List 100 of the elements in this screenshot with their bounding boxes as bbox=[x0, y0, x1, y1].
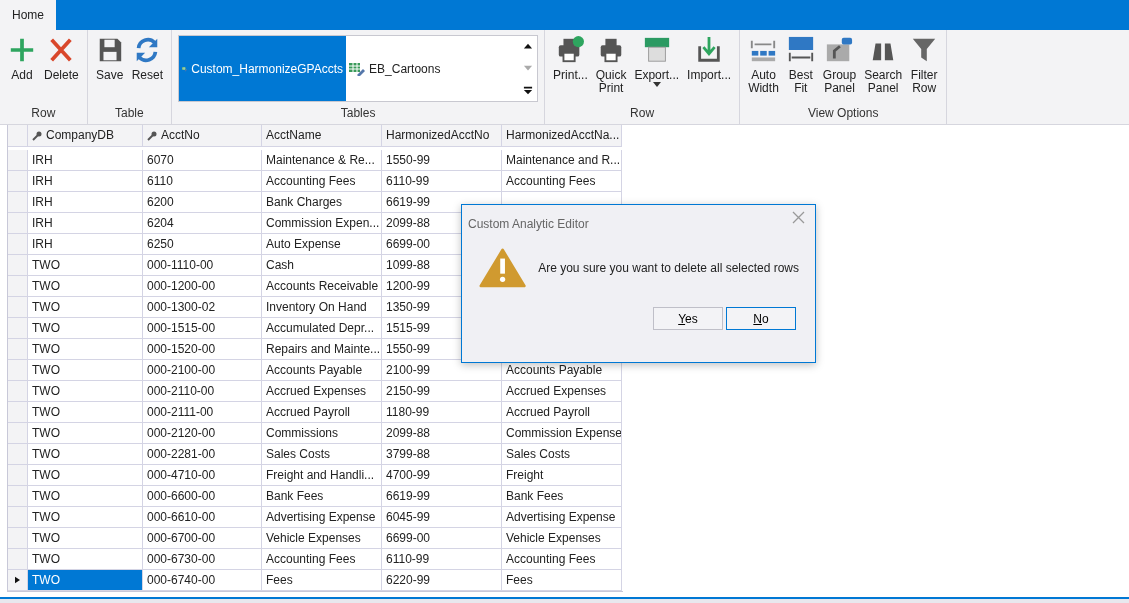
ribbon-button[interactable]: Search Panel bbox=[860, 33, 907, 104]
table-cell: TWO bbox=[28, 381, 143, 402]
table-cell: 6619-99 bbox=[382, 486, 502, 507]
table-cell: Bank Fees bbox=[262, 486, 382, 507]
table-cell: 6045-99 bbox=[382, 507, 502, 528]
table-cell: 000-1515-00 bbox=[143, 318, 262, 339]
table-cell: TWO bbox=[28, 528, 143, 549]
table-cell: Accounts Payable bbox=[262, 360, 382, 381]
table-cell: 6220-99 bbox=[382, 570, 502, 591]
table-cell: Fees bbox=[502, 570, 622, 591]
ribbon-button[interactable]: Reset bbox=[127, 33, 168, 104]
table-cell: TWO bbox=[28, 297, 143, 318]
group-label: View Options bbox=[806, 105, 880, 122]
ribbon-button[interactable]: Save bbox=[91, 33, 128, 104]
ribbon-tab[interactable]: Home bbox=[0, 0, 56, 30]
key-icon bbox=[32, 130, 42, 141]
ribbon-button[interactable]: Filter Row bbox=[906, 33, 943, 104]
table-cell: Commissions bbox=[262, 423, 382, 444]
expand-icon[interactable] bbox=[523, 85, 534, 95]
table-cell: 6250 bbox=[143, 234, 262, 255]
table-cell: Freight bbox=[502, 465, 622, 486]
table-cell: Accrued Expenses bbox=[502, 381, 622, 402]
table-cell: TWO bbox=[28, 318, 143, 339]
group-label: Row bbox=[629, 105, 656, 122]
table-cell: Commission Expense bbox=[502, 423, 622, 444]
table-cell: IRH bbox=[28, 192, 143, 213]
row-indicator[interactable] bbox=[8, 570, 28, 591]
table-cell: TWO bbox=[28, 276, 143, 297]
dialog-button[interactable]: Yes bbox=[653, 307, 723, 330]
table-cell: Accounting Fees bbox=[262, 171, 382, 192]
table-cell: 6110 bbox=[143, 171, 262, 192]
table-cell: Accounting Fees bbox=[502, 171, 622, 192]
table-cell: Accounting Fees bbox=[502, 549, 622, 570]
column-header[interactable]: CompanyDB bbox=[28, 125, 143, 147]
table-cell: TWO bbox=[28, 255, 143, 276]
table-cell: Vehicle Expenses bbox=[502, 528, 622, 549]
column-header[interactable]: AcctNo bbox=[143, 125, 262, 147]
column-header[interactable]: HarmonizedAcctNa... bbox=[502, 125, 622, 147]
table-cell: Maintenance & Re... bbox=[262, 150, 382, 171]
ribbon-button[interactable]: Print... bbox=[549, 33, 592, 104]
table-cell: Freight and Handli... bbox=[262, 465, 382, 486]
gallery-item[interactable]: Custom_HarmonizeGPAccts bbox=[179, 36, 347, 101]
caret-icon bbox=[652, 82, 661, 87]
close-icon[interactable] bbox=[792, 211, 805, 224]
warning-icon bbox=[479, 247, 527, 289]
table-cell: Auto Expense bbox=[262, 234, 382, 255]
table-cell: 6070 bbox=[143, 150, 262, 171]
table-cell: 000-2110-00 bbox=[143, 381, 262, 402]
table-cell: TWO bbox=[28, 339, 143, 360]
table-cell: TWO bbox=[28, 507, 143, 528]
table-cell: TWO bbox=[28, 423, 143, 444]
table-cell: TWO bbox=[28, 486, 143, 507]
table-cell: 000-1520-00 bbox=[143, 339, 262, 360]
dialog-message: Are you sure you want to delete all selected rows bbox=[538, 260, 799, 277]
table-cell: 000-6610-00 bbox=[143, 507, 262, 528]
table-cell: Accounting Fees bbox=[262, 549, 382, 570]
scroll-down-icon[interactable] bbox=[523, 64, 534, 73]
spreadsheet-icon bbox=[642, 35, 671, 65]
table-cell: Cash bbox=[262, 255, 382, 276]
table-cell: Bank Fees bbox=[502, 486, 622, 507]
column-header[interactable]: HarmonizedAcctNo bbox=[382, 125, 502, 147]
table-cell: IRH bbox=[28, 234, 143, 255]
table-cell: Sales Costs bbox=[262, 444, 382, 465]
table-cell: TWO bbox=[28, 444, 143, 465]
table-cell: 1180-99 bbox=[382, 402, 502, 423]
ribbon-button[interactable]: Import... bbox=[683, 33, 736, 104]
table-cell: 000-2281-00 bbox=[143, 444, 262, 465]
table-cell: Commission Expen... bbox=[262, 213, 382, 234]
table-cell: 000-2100-00 bbox=[143, 360, 262, 381]
table-cell: 3799-88 bbox=[382, 444, 502, 465]
table-cell: 000-6730-00 bbox=[143, 549, 262, 570]
ribbon-button[interactable]: Auto Width bbox=[744, 33, 783, 104]
table-cell: Accrued Payroll bbox=[502, 402, 622, 423]
table-cell: 4700-99 bbox=[382, 465, 502, 486]
table-cell: 2150-99 bbox=[382, 381, 502, 402]
table-cell: Sales Costs bbox=[502, 444, 622, 465]
table-cell: Accumulated Depr... bbox=[262, 318, 382, 339]
table-cell: 000-2120-00 bbox=[143, 423, 262, 444]
table-cell: Advertising Expense bbox=[502, 507, 622, 528]
table-cell: 2099-88 bbox=[382, 423, 502, 444]
ribbon-button[interactable]: Export... bbox=[630, 33, 684, 104]
table-cell: Vehicle Expenses bbox=[262, 528, 382, 549]
table-cell: Inventory On Hand bbox=[262, 297, 382, 318]
table-cell: 1550-99 bbox=[382, 150, 502, 171]
table-cell: 6204 bbox=[143, 213, 262, 234]
ribbon-button[interactable]: Add bbox=[4, 33, 40, 104]
dialog-button[interactable]: No bbox=[726, 307, 796, 330]
key-icon bbox=[147, 130, 157, 141]
scroll-up-icon[interactable] bbox=[523, 42, 534, 52]
ribbon-button[interactable]: Quick Print bbox=[591, 33, 631, 104]
table-cell: Accounts Receivable bbox=[262, 276, 382, 297]
table-cell: Fees bbox=[262, 570, 382, 591]
table-cell: 000-6740-00 bbox=[143, 570, 262, 591]
ribbon-button[interactable]: Best Fit bbox=[782, 33, 819, 104]
table-cell: 000-6600-00 bbox=[143, 486, 262, 507]
ribbon-button[interactable]: Group Panel bbox=[818, 33, 861, 104]
column-header[interactable]: AcctName bbox=[262, 125, 382, 147]
ribbon-button[interactable]: Delete bbox=[40, 33, 83, 104]
table-cell: Repairs and Mainte... bbox=[262, 339, 382, 360]
table-cell: 000-6700-00 bbox=[143, 528, 262, 549]
